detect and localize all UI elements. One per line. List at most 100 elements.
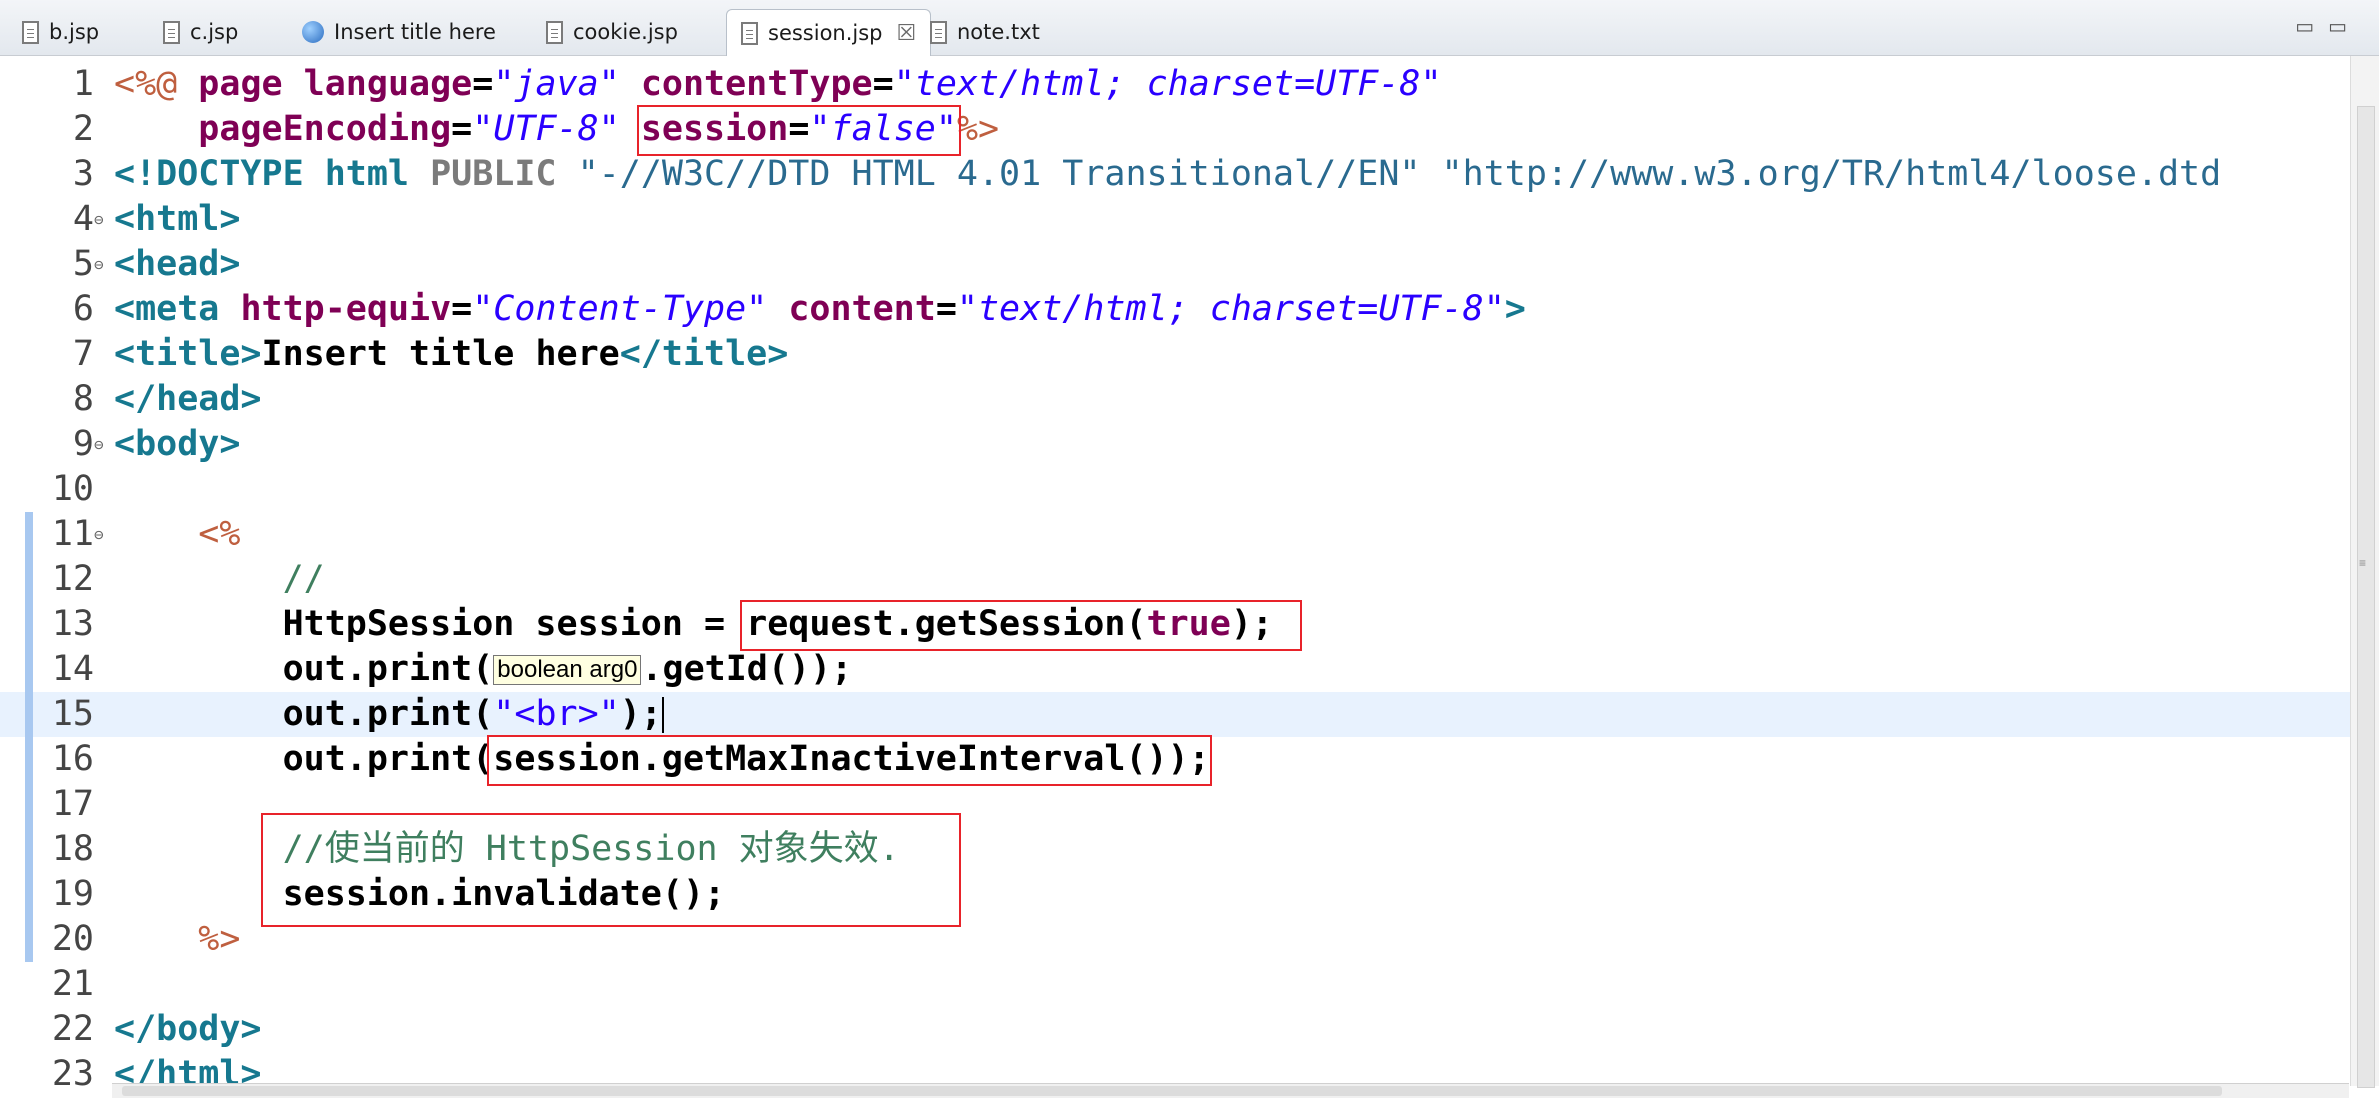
code-token: language: [303, 64, 473, 104]
code-line[interactable]: 9 ⊖ <body>: [0, 422, 2350, 467]
code-token: </title>: [619, 334, 789, 374]
code-token: content: [788, 289, 936, 329]
code-token: pageEncoding: [198, 109, 452, 149]
line-number: 3: [72, 154, 94, 194]
code-line[interactable]: 17: [0, 782, 2350, 827]
code-line[interactable]: 21: [0, 962, 2350, 1007]
tab-insert-title-here[interactable]: Insert title here: [302, 10, 496, 54]
horizontal-scrollbar[interactable]: [112, 1083, 2349, 1098]
code-text: out.print(session.getMaxInactiveInterval…: [114, 737, 1210, 782]
code-token: "text/html; charset=UTF-8": [893, 64, 1442, 104]
code-text: //: [114, 557, 325, 602]
change-indicator-bar: [25, 512, 33, 962]
line-number: 5: [72, 244, 94, 284]
code-line[interactable]: 14 out.print(boolean arg0 .getId());: [0, 647, 2350, 692]
tab-cookie-jsp[interactable]: cookie.jsp: [546, 10, 678, 54]
text-file-icon: [930, 20, 947, 44]
code-token: =: [872, 64, 894, 104]
minimize-icon[interactable]: ▭: [2295, 16, 2328, 38]
line-number: 10: [51, 469, 94, 509]
code-token: <html>: [114, 199, 241, 239]
code-line[interactable]: 1 <%@ page language="java" contentType="t…: [0, 62, 2350, 107]
code-token: page: [198, 64, 304, 104]
code-text: <html>: [114, 197, 240, 242]
line-number: 22: [51, 1009, 94, 1049]
code-token: <%@: [114, 64, 199, 104]
code-editor[interactable]: 1 <%@ page language="java" contentType="t…: [0, 56, 2350, 1086]
code-line[interactable]: 16 out.print(session.getMaxInactiveInter…: [0, 737, 2350, 782]
code-line[interactable]: 5 ⊖ <head>: [0, 242, 2350, 287]
tab-c-jsp[interactable]: c.jsp: [163, 10, 238, 54]
code-token: <head>: [114, 244, 241, 284]
line-number: 23: [51, 1054, 94, 1086]
code-token: session.invalidate();: [114, 874, 726, 914]
code-line[interactable]: 15 out.print("<br>");: [0, 692, 2350, 737]
line-number: 9: [72, 424, 94, 464]
maximize-icon[interactable]: ▭: [2328, 16, 2361, 38]
fold-collapse-icon[interactable]: ⊖: [94, 197, 104, 242]
code-line[interactable]: 4 ⊖ <html>: [0, 197, 2350, 242]
fold-collapse-icon[interactable]: ⊖: [94, 242, 104, 287]
code-line[interactable]: 20 %>: [0, 917, 2350, 962]
code-text: </html>: [114, 1052, 262, 1086]
code-line[interactable]: 19 session.invalidate();: [0, 872, 2350, 917]
fold-collapse-icon[interactable]: ⊖: [94, 422, 104, 467]
code-line[interactable]: 6 <meta http-equiv="Content-Type" content…: [0, 287, 2350, 332]
code-token: "<br>": [493, 694, 620, 734]
code-token: </html>: [114, 1054, 262, 1086]
code-token: session: [640, 109, 789, 149]
code-token: </head>: [114, 379, 262, 419]
scrollbar-thumb[interactable]: [2357, 106, 2375, 1088]
code-token: <body>: [114, 424, 241, 464]
code-token: //: [282, 559, 325, 599]
code-line[interactable]: 18 //使当前的 HttpSession 对象失效.: [0, 827, 2350, 872]
jsp-file-icon: [741, 21, 758, 45]
fold-collapse-icon[interactable]: ⊖: [94, 512, 104, 557]
code-token: HttpSession session = request.getSession…: [114, 604, 1147, 644]
code-token: html: [324, 154, 431, 194]
code-text: //使当前的 HttpSession 对象失效.: [114, 827, 900, 872]
code-token: .getId());: [641, 649, 853, 689]
code-token: "Content-Type": [472, 289, 789, 329]
jsp-file-icon: [22, 20, 39, 44]
code-text: <meta http-equiv="Content-Type" content=…: [114, 287, 1526, 332]
code-token: //使当前的 HttpSession 对象失效.: [282, 829, 900, 869]
code-token: true: [1146, 604, 1231, 644]
vertical-scrollbar[interactable]: ≡: [2350, 56, 2379, 1088]
line-number: 8: [72, 379, 94, 419]
code-token: PUBLIC: [430, 154, 578, 194]
tab-note-txt[interactable]: note.txt: [930, 10, 1040, 54]
line-number: 2: [72, 109, 94, 149]
tab-b-jsp[interactable]: b.jsp: [22, 10, 99, 54]
code-line[interactable]: 2 pageEncoding="UTF-8" session="false"%>: [0, 107, 2350, 152]
tab-session-jsp[interactable]: session.jsp ☒: [726, 9, 932, 56]
code-text: <%: [114, 512, 240, 557]
code-line[interactable]: 23 </html>: [0, 1052, 2350, 1086]
code-line[interactable]: 12 //: [0, 557, 2350, 602]
code-line[interactable]: 13 HttpSession session = request.getSess…: [0, 602, 2350, 647]
close-tab-icon[interactable]: ☒: [897, 21, 917, 46]
code-token: Insert title here: [261, 334, 620, 374]
code-token: =: [788, 109, 810, 149]
code-line[interactable]: 3 <!DOCTYPE html PUBLIC "-//W3C//DTD HTML…: [0, 152, 2350, 197]
code-text: <head>: [114, 242, 240, 287]
code-line[interactable]: 7 <title>Insert title here</title>: [0, 332, 2350, 377]
code-token: contentType: [640, 64, 873, 104]
code-token: <title>: [114, 334, 262, 374]
code-line[interactable]: 10: [0, 467, 2350, 512]
code-token: "text/html; charset=UTF-8": [956, 289, 1505, 329]
code-token: );: [619, 694, 662, 734]
code-token: http-equiv: [240, 289, 452, 329]
code-line[interactable]: 22 </body>: [0, 1007, 2350, 1052]
horizontal-scrollbar-thumb[interactable]: [122, 1086, 2222, 1096]
code-line[interactable]: 8 </head>: [0, 377, 2350, 422]
code-token: out.print(: [114, 649, 494, 689]
code-token: "http://www.w3.org/TR/html4/loose.dtd: [1441, 154, 2222, 194]
code-line[interactable]: 11 ⊖ <%: [0, 512, 2350, 557]
code-text: pageEncoding="UTF-8" session="false"%>: [114, 107, 999, 152]
editor-tab-bar: b.jsp c.jsp Insert title here cookie.jsp…: [0, 0, 2379, 56]
window-controls: ▭▭: [2295, 14, 2361, 39]
